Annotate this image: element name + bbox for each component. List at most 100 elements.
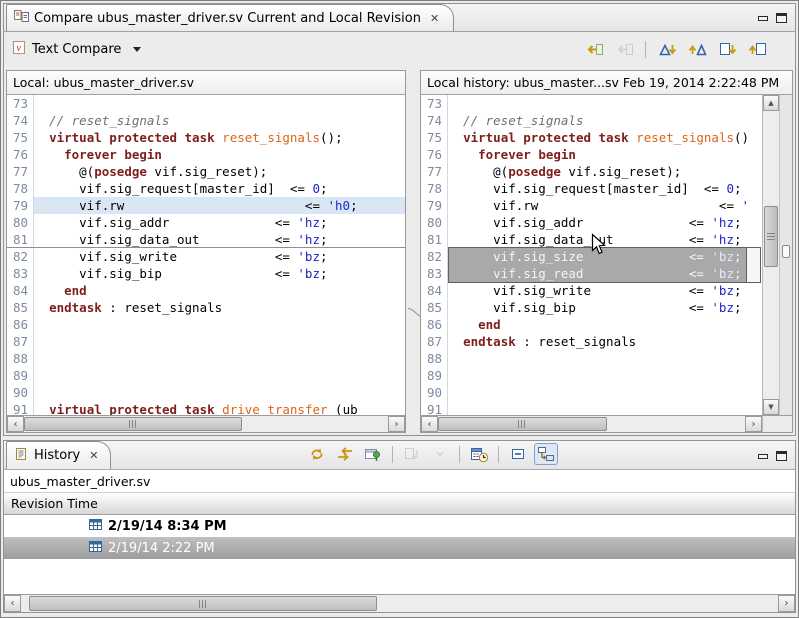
scroll-right-icon[interactable]: › xyxy=(778,595,795,612)
overview-ruler[interactable] xyxy=(779,95,792,415)
line-number: 78 xyxy=(7,180,28,197)
local-horizontal-scrollbar[interactable]: ‹ › xyxy=(7,416,405,432)
code-line[interactable]: vif.sig_addr <= 'hz; xyxy=(34,214,405,231)
code-line[interactable]: vif.sig_write <= 'bz; xyxy=(34,248,405,265)
scrollbar-thumb[interactable] xyxy=(24,417,242,431)
maximize-button[interactable] xyxy=(776,13,787,23)
compare-mode-toggle-icon[interactable] xyxy=(534,443,558,465)
code-line[interactable]: // reset_signals xyxy=(34,112,405,129)
line-number: 83 xyxy=(421,265,442,282)
code-line[interactable]: vif.sig_read <= 'bz; xyxy=(448,265,747,282)
code-line[interactable]: vif.sig_write <= 'bz; xyxy=(448,282,747,299)
history-bottom-scrollbar[interactable]: ‹ › xyxy=(4,595,795,612)
code-line[interactable]: forever begin xyxy=(448,146,747,163)
refresh-icon[interactable] xyxy=(305,443,329,465)
overview-diff-marker[interactable] xyxy=(782,245,790,258)
dropdown-chevron-icon xyxy=(428,443,452,465)
code-line[interactable]: vif.sig_data_out <= 'hz; xyxy=(34,231,405,248)
history-view-tab[interactable]: History ✕ xyxy=(6,441,111,469)
maximize-button[interactable] xyxy=(776,451,787,461)
compare-editor-tab[interactable]: Compare ubus_master_driver.sv Current an… xyxy=(6,4,454,31)
code-line[interactable] xyxy=(448,350,747,367)
code-line[interactable]: vif.sig_request[master_id] <= 0; xyxy=(34,180,405,197)
scroll-up-icon[interactable]: ▲ xyxy=(763,95,779,111)
tab-close-icon[interactable]: ✕ xyxy=(430,12,439,25)
collapse-all-icon[interactable] xyxy=(506,443,530,465)
scroll-right-icon[interactable]: › xyxy=(745,416,762,432)
code-line[interactable]: vif.sig_data_out <= 'hz; xyxy=(448,231,747,248)
code-line[interactable]: vif.sig_request[master_id] <= 0; xyxy=(448,180,747,197)
code-line[interactable]: @(posedge vif.sig_reset); xyxy=(448,163,747,180)
compare-body: Local: ubus_master_driver.sv 73747576777… xyxy=(4,66,795,435)
code-line[interactable] xyxy=(34,367,405,384)
revision-time-column-header[interactable]: Revision Time xyxy=(4,493,795,515)
code-line[interactable] xyxy=(448,401,747,415)
viewer-mode-selector[interactable]: v Text Compare xyxy=(12,40,141,59)
code-line[interactable]: vif.rw <= 'h0; xyxy=(34,197,405,214)
code-line[interactable] xyxy=(34,350,405,367)
code-line[interactable] xyxy=(34,95,405,112)
toolbar-separator xyxy=(498,446,499,463)
next-change-icon[interactable] xyxy=(715,38,739,60)
history-horizontal-scrollbar[interactable]: ‹ › xyxy=(421,416,762,432)
line-number: 86 xyxy=(7,316,28,333)
code-line[interactable]: virtual protected task reset_signals(); xyxy=(448,129,747,146)
code-line[interactable]: vif.sig_bip <= 'bz; xyxy=(448,299,747,316)
scrollbar-thumb[interactable] xyxy=(29,596,377,611)
code-line[interactable]: // reset_signals xyxy=(448,112,747,129)
viewer-dropdown-arrow-icon[interactable] xyxy=(133,47,141,52)
minimize-button[interactable] xyxy=(758,454,768,459)
code-line[interactable]: vif.sig_bip <= 'bz; xyxy=(34,265,405,282)
scrollbar-thumb[interactable] xyxy=(438,417,607,431)
vertical-scrollbar[interactable]: ▲ ▼ xyxy=(762,95,779,415)
line-number: 86 xyxy=(421,316,442,333)
scroll-left-icon[interactable]: ‹ xyxy=(421,416,438,432)
compare-toolbar: v Text Compare xyxy=(4,32,795,66)
scrollbar-thumb[interactable] xyxy=(764,206,778,266)
copy-all-right-to-left-icon xyxy=(612,38,636,60)
line-number: 74 xyxy=(7,112,28,129)
code-line[interactable] xyxy=(448,384,747,401)
line-number: 79 xyxy=(7,197,28,214)
scroll-down-icon[interactable]: ▼ xyxy=(763,399,779,415)
pin-view-icon[interactable] xyxy=(361,443,385,465)
previous-change-icon[interactable] xyxy=(745,38,769,60)
code-line[interactable]: @(posedge vif.sig_reset); xyxy=(34,163,405,180)
minimize-button[interactable] xyxy=(758,16,768,21)
scroll-right-icon[interactable]: › xyxy=(388,416,405,432)
next-difference-icon[interactable] xyxy=(655,38,679,60)
diff-range-column xyxy=(747,95,762,415)
revision-row[interactable]: 2/19/14 2:22 PM xyxy=(4,537,795,559)
previous-difference-icon[interactable] xyxy=(685,38,709,60)
scroll-left-icon[interactable]: ‹ xyxy=(7,416,24,432)
code-line[interactable]: end xyxy=(448,316,747,333)
group-by-date-icon[interactable] xyxy=(467,443,491,465)
code-line[interactable] xyxy=(34,333,405,350)
code-line[interactable]: vif.sig_size <= 'bz; xyxy=(448,248,747,265)
code-line[interactable] xyxy=(34,384,405,401)
code-line[interactable]: forever begin xyxy=(34,146,405,163)
code-line[interactable] xyxy=(448,95,747,112)
code-line[interactable] xyxy=(34,316,405,333)
history-code-area[interactable]: 73747576777879808182838485868788899091 /… xyxy=(421,95,747,415)
line-number: 80 xyxy=(421,214,442,231)
local-code-area[interactable]: 73747576777879808182838485868788899091 /… xyxy=(7,95,405,415)
scroll-left-icon[interactable]: ‹ xyxy=(4,595,21,612)
code-line[interactable]: vif.rw <= 'h0; xyxy=(448,197,747,214)
code-line[interactable]: virtual protected task reset_signals(); xyxy=(34,129,405,146)
code-line[interactable] xyxy=(448,367,747,384)
compare-toolbar-actions xyxy=(582,38,787,60)
viewer-mode-label: Text Compare xyxy=(32,42,121,57)
code-line[interactable]: virtual protected task drive_transfer (u… xyxy=(34,401,405,415)
compare-editor-icon xyxy=(14,9,29,27)
link-with-editor-icon[interactable] xyxy=(333,443,357,465)
code-line[interactable]: vif.sig_addr <= 'hz; xyxy=(448,214,747,231)
line-number: 81 xyxy=(421,231,442,248)
copy-current-change-right-to-left-icon[interactable] xyxy=(582,38,606,60)
revision-row[interactable]: 2/19/14 8:34 PM xyxy=(4,515,795,537)
code-line[interactable]: end xyxy=(34,282,405,299)
tab-close-icon[interactable]: ✕ xyxy=(89,449,98,462)
code-line[interactable]: endtask : reset_signals xyxy=(448,333,747,350)
code-line[interactable]: endtask : reset_signals xyxy=(34,299,405,316)
diff-insertion-line xyxy=(7,247,405,248)
